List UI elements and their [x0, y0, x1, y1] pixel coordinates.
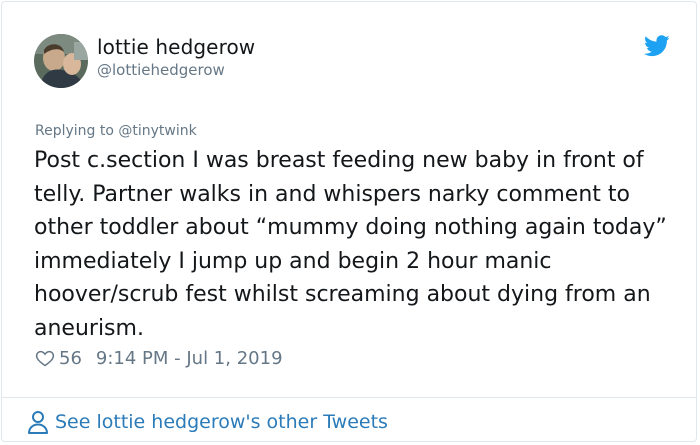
twitter-bird-icon[interactable]	[644, 35, 670, 57]
see-other-tweets-label: See lottie hedgerow's other Tweets	[55, 411, 388, 433]
replying-to[interactable]: Replying to @tinytwink	[35, 123, 197, 139]
tweet-text: Post c.section I was breast feeding new …	[34, 148, 667, 341]
tweet-meta: 56 9:14 PM - Jul 1, 2019	[35, 346, 283, 370]
divider	[2, 397, 696, 398]
avatar[interactable]	[34, 34, 88, 88]
tweet-card: lottie hedgerow @lottiehedgerow Replying…	[1, 1, 697, 442]
tweet-timestamp[interactable]: 9:14 PM - Jul 1, 2019	[96, 348, 283, 369]
avatar-image	[34, 34, 88, 88]
person-icon	[27, 410, 49, 434]
author-display-name[interactable]: lottie hedgerow	[97, 35, 255, 59]
like-count[interactable]: 56	[59, 348, 82, 369]
heart-icon[interactable]	[35, 348, 55, 368]
author-handle[interactable]: @lottiehedgerow	[97, 61, 225, 79]
see-other-tweets-link[interactable]: See lottie hedgerow's other Tweets	[27, 409, 388, 435]
